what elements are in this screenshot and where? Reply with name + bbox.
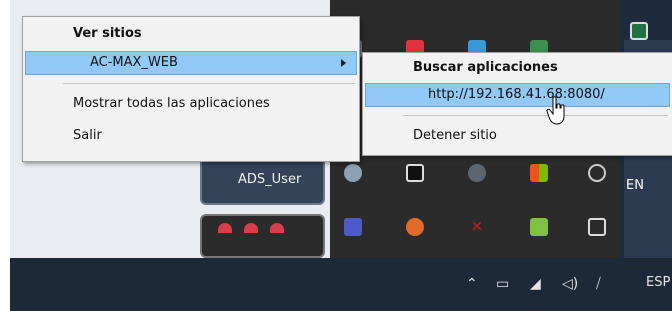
submenu-item-url-label: http://192.168.41.68:8080/ bbox=[428, 87, 605, 102]
menu-separator bbox=[63, 83, 355, 84]
wifi-icon[interactable]: ◢ bbox=[530, 275, 541, 293]
mouse-pointer-icon bbox=[546, 96, 565, 125]
app-tile[interactable] bbox=[200, 214, 325, 258]
menu-header-ver-sitios: Ver sitios bbox=[25, 23, 357, 47]
input-language[interactable]: ESP bbox=[646, 275, 670, 290]
submenu-item-stop-label: Detener sitio bbox=[413, 128, 497, 143]
tray-app-icon[interactable] bbox=[406, 164, 424, 182]
network-off-icon[interactable]: ⧸ bbox=[596, 275, 601, 293]
teams-icon[interactable] bbox=[344, 218, 362, 236]
microsoft-icon[interactable] bbox=[530, 164, 548, 182]
submenu-header: Buscar aplicaciones bbox=[365, 57, 670, 81]
chevron-up-icon[interactable]: ⌃ bbox=[466, 275, 478, 293]
cloud-icon[interactable] bbox=[588, 164, 606, 182]
battery-icon[interactable]: ▭ bbox=[496, 275, 509, 293]
site-context-menu: Ver sitios AC-MAX_WEB Mostrar todas las … bbox=[22, 16, 360, 162]
submenu-item-stop[interactable]: Detener sitio bbox=[365, 125, 670, 149]
skype-icon[interactable] bbox=[468, 164, 486, 182]
submenu-item-url[interactable]: http://192.168.41.68:8080/ bbox=[365, 83, 670, 107]
printer-icon[interactable] bbox=[588, 218, 606, 236]
menu-item-site[interactable]: AC-MAX_WEB bbox=[25, 51, 357, 75]
menu-item-show-all-label: Mostrar todas las aplicaciones bbox=[73, 96, 270, 111]
excel-icon[interactable] bbox=[630, 22, 648, 40]
language-label: EN bbox=[626, 178, 644, 193]
submenu-header-label: Buscar aplicaciones bbox=[413, 60, 558, 75]
volume-icon[interactable]: ◁) bbox=[562, 275, 578, 293]
menu-item-site-label: AC-MAX_WEB bbox=[90, 55, 178, 70]
menu-item-show-all[interactable]: Mostrar todas las aplicaciones bbox=[25, 93, 357, 117]
submenu-separator bbox=[403, 115, 668, 116]
tray-app-icon[interactable] bbox=[530, 218, 548, 236]
taskbar: ⌃ ▭ ◢ ◁) ⧸ ESP bbox=[10, 258, 672, 311]
tray-app-icon[interactable] bbox=[406, 218, 424, 236]
close-icon[interactable]: ✕ bbox=[468, 218, 486, 236]
submenu-arrow-icon bbox=[341, 59, 346, 67]
menu-item-exit-label: Salir bbox=[73, 128, 102, 143]
user-tile-label: ADS_User bbox=[238, 172, 302, 187]
site-submenu: Buscar aplicaciones http://192.168.41.68… bbox=[362, 52, 672, 156]
menu-item-exit[interactable]: Salir bbox=[25, 125, 357, 149]
desktop-edge bbox=[0, 0, 10, 311]
app-tile-dots bbox=[218, 222, 308, 233]
tray-app-icon[interactable] bbox=[344, 164, 362, 182]
menu-header-label: Ver sitios bbox=[73, 26, 142, 41]
